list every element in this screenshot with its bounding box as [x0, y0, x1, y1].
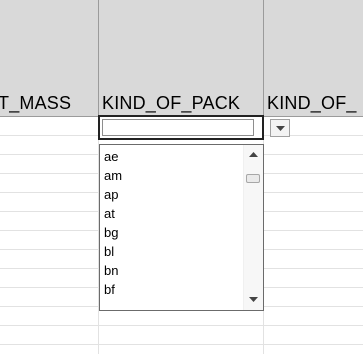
- column-header-kind-of-pack[interactable]: KIND_OF_PACK: [99, 0, 264, 116]
- list-item[interactable]: bl: [104, 244, 114, 260]
- column-header-label: KIND_OF_: [267, 93, 357, 113]
- column-header-label: T_MASS: [0, 93, 72, 113]
- dropdown-scrollbar[interactable]: [243, 145, 263, 310]
- list-item[interactable]: ap: [104, 187, 118, 203]
- scroll-up-icon[interactable]: [249, 152, 258, 157]
- dropdown-list[interactable]: ae am ap at bg bl bn bf: [99, 144, 264, 311]
- list-item[interactable]: bn: [104, 263, 118, 279]
- scrollbar-thumb[interactable]: [246, 174, 260, 183]
- list-item[interactable]: bg: [104, 225, 118, 241]
- list-item[interactable]: bf: [104, 282, 115, 298]
- column-header-row: T_MASS KIND_OF_PACK KIND_OF_: [0, 0, 363, 117]
- list-item[interactable]: at: [104, 206, 115, 222]
- active-cell[interactable]: [98, 115, 264, 140]
- dropdown-toggle-button[interactable]: [270, 119, 290, 137]
- spreadsheet-grid: T_MASS KIND_OF_PACK KIND_OF_ ae am ap at…: [0, 0, 363, 354]
- list-item[interactable]: am: [104, 168, 122, 184]
- table-row[interactable]: [0, 326, 363, 345]
- cell-edit-input[interactable]: [102, 119, 254, 136]
- chevron-down-icon: [276, 126, 285, 131]
- scroll-down-icon[interactable]: [249, 297, 258, 302]
- column-header-label: KIND_OF_PACK: [102, 93, 241, 113]
- list-item[interactable]: ae: [104, 149, 118, 165]
- column-header-net-mass[interactable]: T_MASS: [0, 0, 99, 116]
- column-header-kind-of[interactable]: KIND_OF_: [264, 0, 363, 116]
